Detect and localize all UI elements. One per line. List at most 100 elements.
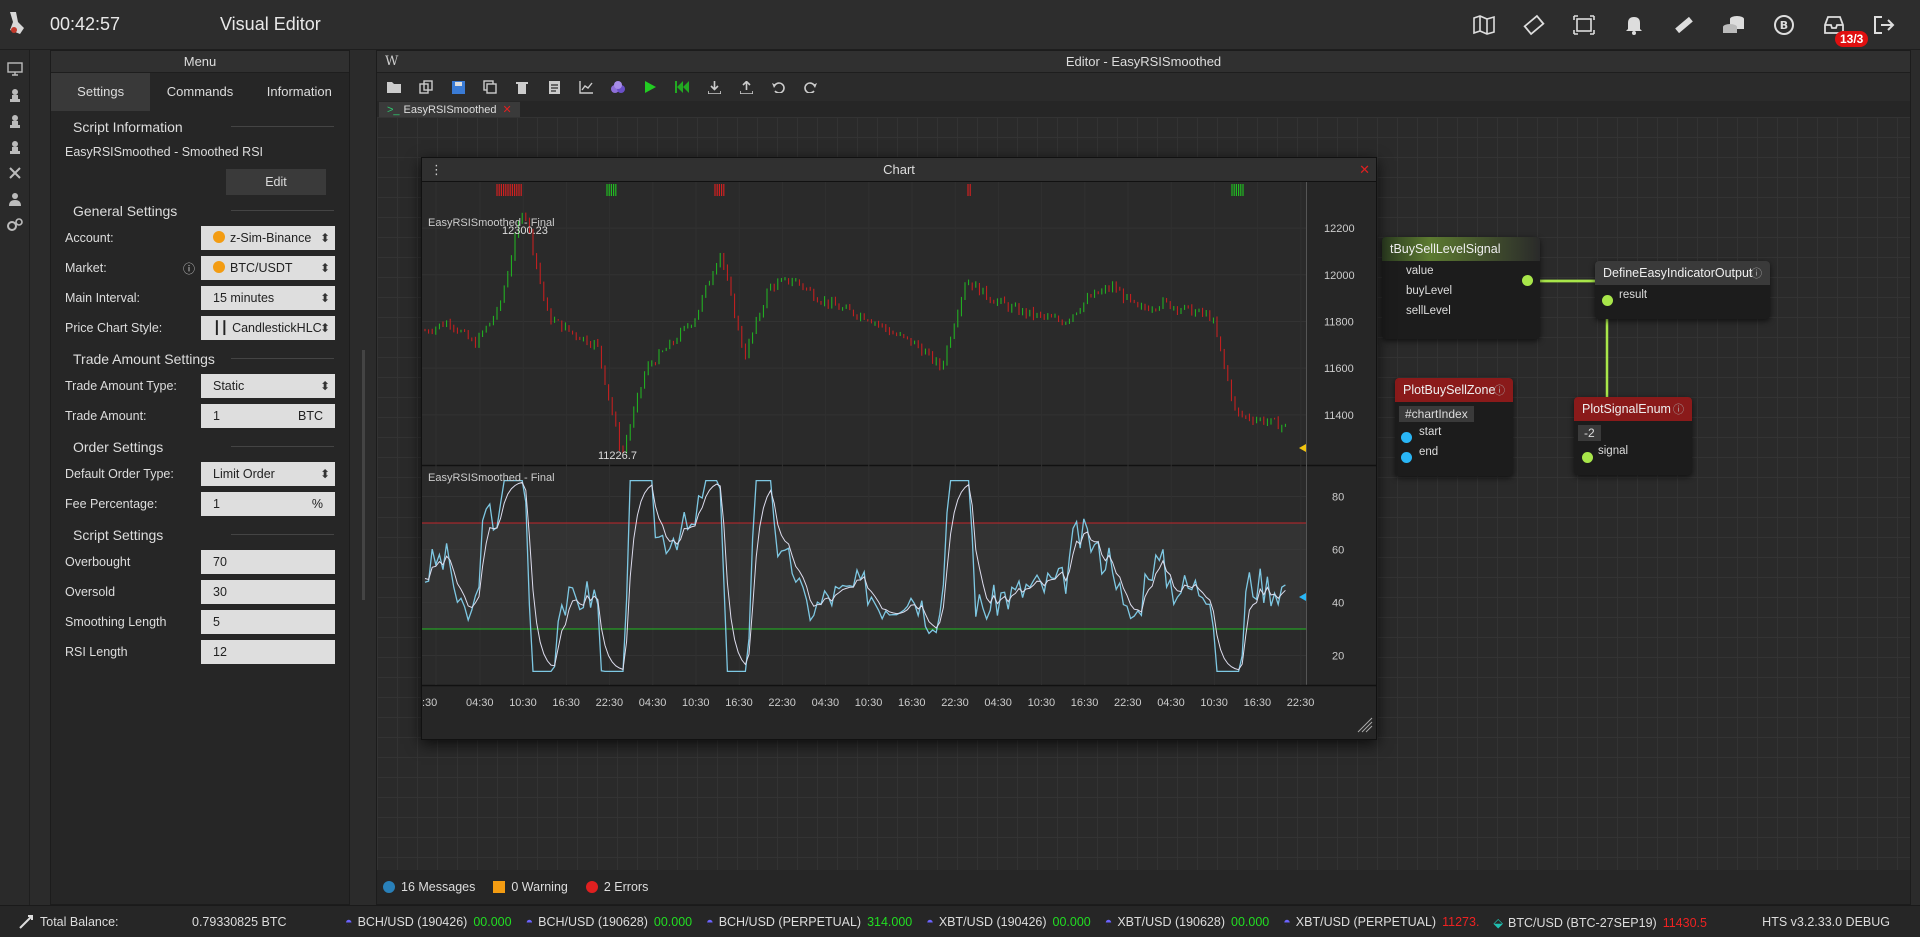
node-plot-buysell-zone[interactable]: PlotBuySellZone #chartIndex start end ⓘ (1395, 378, 1513, 476)
ticker-value: 11430.5 (1662, 916, 1707, 930)
fee-percentage-input[interactable]: 1% (201, 492, 335, 516)
time-tick-label: 04:30 (466, 697, 494, 709)
node-buysell-signal[interactable]: tBuySellLevelSignal value buyLevel sellL… (1382, 237, 1540, 339)
section-general-settings: General Settings (51, 195, 349, 223)
chess-bot-icon[interactable] (0, 108, 30, 134)
build-icon[interactable] (609, 78, 627, 96)
time-tick-label: 16:30 (1244, 697, 1272, 709)
save-icon[interactable] (449, 78, 467, 96)
ticker-item[interactable]: ◓ XBT/USD (PERPETUAL) 11273. (1283, 915, 1479, 930)
bell-icon[interactable] (1618, 12, 1650, 38)
download-icon[interactable] (705, 78, 723, 96)
warnings-status[interactable]: 0 Warning (493, 880, 568, 894)
copy-icon[interactable] (481, 78, 499, 96)
trade-amount-type-label: Trade Amount Type: (65, 379, 177, 393)
notification-badge[interactable]: 13/3 (1835, 31, 1869, 47)
map-icon[interactable] (1468, 12, 1500, 38)
ticker-item[interactable]: ◓ BCH/USD (190426) 00.000 (345, 915, 512, 930)
close-tab-icon[interactable]: ✕ (502, 104, 511, 116)
node-define-output[interactable]: DefineEasyIndicatorOutput result ⓘ (1595, 261, 1770, 319)
kraken-icon: ◓ (926, 915, 934, 929)
time-tick-label: :30 (422, 697, 437, 709)
bitcoin-icon[interactable]: B (1768, 12, 1800, 38)
default-order-type-select[interactable]: Limit Order (201, 462, 335, 486)
input-port[interactable] (1582, 452, 1593, 463)
port-end: end (1419, 446, 1439, 458)
upload-icon[interactable] (737, 78, 755, 96)
ticker-item[interactable]: ◓ XBT/USD (190628) 00.000 (1105, 915, 1269, 930)
exchange-icon: ⬙ (1493, 916, 1504, 930)
tools-icon[interactable] (0, 160, 30, 186)
clock: 00:42:57 (50, 14, 121, 34)
script-icon: >_ (387, 104, 400, 116)
panel-splitter[interactable] (362, 350, 365, 600)
chart-menu-icon[interactable]: ⋮ (430, 158, 443, 182)
market-info-icon[interactable]: ⓘ (183, 260, 195, 277)
input-port[interactable] (1401, 432, 1412, 443)
chart-window[interactable]: ⋮ Chart ✕ EasyRSISmoothed - Final EasyRS… (421, 157, 1377, 740)
undo-icon[interactable] (769, 78, 787, 96)
rsi-tick-label: 20 (1332, 651, 1344, 663)
ticker-item[interactable]: ◓ BCH/USD (190628) 00.000 (526, 915, 693, 930)
redo-icon[interactable] (801, 78, 819, 96)
oversold-input[interactable]: 30 (201, 580, 335, 604)
duplicate-icon[interactable] (417, 78, 435, 96)
price-chart-style-select[interactable]: ┃┃ CandlestickHLC (201, 316, 335, 340)
version-label: HTS v3.2.33.0 DEBUG (1762, 915, 1890, 929)
node-info-icon[interactable]: ⓘ (1673, 401, 1684, 417)
trade-amount-input[interactable]: 1 BTC (201, 404, 335, 428)
input-port[interactable] (1401, 452, 1412, 463)
node-info-icon[interactable]: ⓘ (1751, 265, 1762, 281)
logout-icon[interactable] (1868, 12, 1900, 38)
ticker-list: ◓ BCH/USD (190426) 00.000 ◓ BCH/USD (190628)… (345, 915, 1721, 930)
ticker-item[interactable]: ◓ BCH/USD (PERPETUAL) 314.000 (706, 915, 912, 930)
chart-icon[interactable] (577, 78, 595, 96)
chess-bot-icon[interactable] (0, 82, 30, 108)
edit-button[interactable]: Edit (226, 169, 326, 195)
messages-status[interactable]: 16 Messages (383, 880, 475, 894)
overbought-input[interactable]: 70 (201, 550, 335, 574)
tab-settings[interactable]: Settings (51, 73, 151, 111)
errors-status[interactable]: 2 Errors (585, 880, 648, 894)
total-balance-value: 0.79330825 BTC (192, 915, 287, 929)
node-plot-signal-enum[interactable]: PlotSignalEnum -2 signal ⓘ (1574, 397, 1692, 475)
open-folder-icon[interactable] (385, 78, 403, 96)
tab-commands[interactable]: Commands (150, 73, 250, 111)
rsi-pane-label: EasyRSISmoothed - Final (428, 472, 555, 484)
ruler-icon[interactable] (1668, 12, 1700, 38)
input-port[interactable] (1602, 295, 1613, 306)
rsi-tick-label: 60 (1332, 545, 1344, 557)
tab-information[interactable]: Information (249, 73, 349, 111)
trade-amount-type-select[interactable]: Static (201, 374, 335, 398)
top-bar: 00:42:57 Visual Editor B 13/3 (0, 0, 1920, 50)
user-icon[interactable] (0, 186, 30, 212)
scan-icon[interactable] (1568, 12, 1600, 38)
monitor-icon[interactable] (0, 56, 30, 82)
ticker-item[interactable]: ◓ XBT/USD (190426) 00.000 (926, 915, 1090, 930)
chart-area[interactable]: EasyRSISmoothed - Final EasyRSISmoothed … (422, 182, 1376, 739)
gears-icon[interactable] (0, 212, 30, 238)
ticker-item[interactable]: ⬙ BTC/USD (BTC-27SEP19) 11430.5 (1493, 915, 1707, 930)
backtest-icon[interactable] (673, 78, 691, 96)
document-icon[interactable] (545, 78, 563, 96)
rsi-tick-label: 40 (1332, 598, 1344, 610)
market-select[interactable]: BTC/USDT (201, 256, 335, 280)
rsi-length-input[interactable]: 12 (201, 640, 335, 664)
chess-bot-icon[interactable] (0, 134, 30, 160)
editor-title: W Editor - EasyRSISmoothed (377, 51, 1910, 73)
account-select[interactable]: z-Sim-Binance (201, 226, 335, 250)
editor-toolbar (377, 73, 1910, 101)
close-icon[interactable]: ✕ (1359, 158, 1370, 182)
coins-icon[interactable] (1718, 12, 1750, 38)
file-tab[interactable]: >_ EasyRSISmoothed ✕ (379, 102, 520, 118)
main-interval-select[interactable]: 15 minutes (201, 286, 335, 310)
smoothing-length-input[interactable]: 5 (201, 610, 335, 634)
ticket-icon[interactable] (1518, 12, 1550, 38)
play-icon[interactable] (641, 78, 659, 96)
time-tick-label: 16:30 (898, 697, 926, 709)
port-start: start (1419, 426, 1442, 438)
info-icon (383, 881, 395, 893)
node-info-icon[interactable]: ⓘ (1494, 382, 1505, 398)
trash-icon[interactable] (513, 78, 531, 96)
output-port[interactable] (1522, 275, 1533, 286)
